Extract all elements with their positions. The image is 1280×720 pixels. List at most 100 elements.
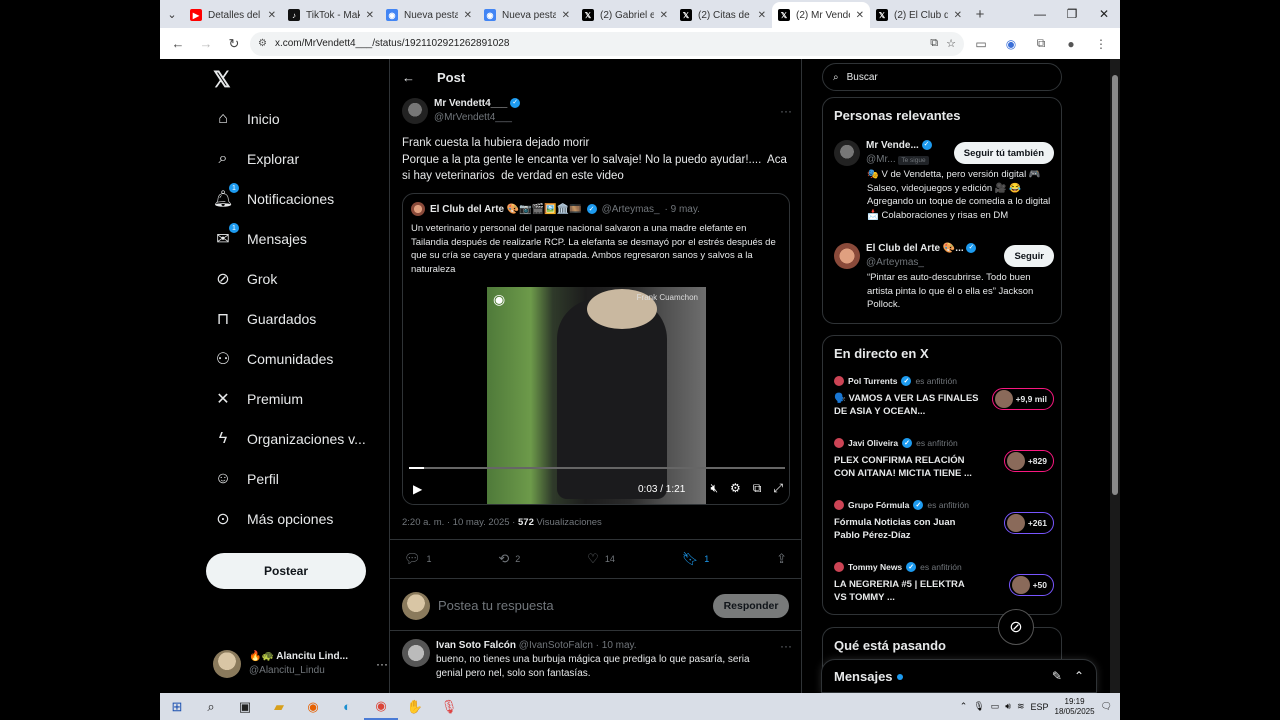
close-window-button[interactable]: ✕ xyxy=(1088,0,1120,28)
browser-tab[interactable]: 𝕏 (2) El Club de ✕ xyxy=(870,2,968,28)
search-input[interactable]: ⌕ Buscar xyxy=(822,63,1062,91)
messages-drawer[interactable]: Mensajes ✎ ⌃ xyxy=(821,659,1097,693)
nav-item-organizaciones-v[interactable]: ϟ Organizaciones v... xyxy=(213,419,366,459)
nav-item-grok[interactable]: ⊘ Grok xyxy=(213,259,277,299)
live-space-item[interactable]: Tommy News ✓ es anfitrión LA NEGRERIA #5 | … xyxy=(834,562,1054,612)
mute-icon[interactable]: 🔇︎ xyxy=(710,481,718,496)
live-space-item[interactable]: Pol Turrents ✓ es anfitrión 🗣️ VAMOS A VER … xyxy=(834,376,1054,426)
more-options-icon[interactable]: ··· xyxy=(780,639,792,681)
nav-item-perfil[interactable]: ☺ Perfil xyxy=(213,459,279,499)
page-scrollbar[interactable] xyxy=(1110,59,1120,693)
edge-icon[interactable]: ◐ xyxy=(330,693,364,720)
close-tab-icon[interactable]: ✕ xyxy=(268,10,276,21)
listeners-pill[interactable]: +50 xyxy=(1008,574,1054,596)
bookmark-action[interactable]: 🔖︎ 1 xyxy=(682,551,710,567)
maximize-button[interactable]: ❐ xyxy=(1056,0,1088,28)
listeners-pill[interactable]: +9,9 mil xyxy=(991,388,1054,410)
reply-item[interactable]: Ivan Soto Falcón @IvanSotoFalcn · 10 may… xyxy=(402,639,792,681)
close-tab-icon[interactable]: ✕ xyxy=(856,10,864,21)
more-options-icon[interactable]: ··· xyxy=(780,104,792,118)
video-player[interactable]: ◉ Frank Cuamchon ▶ 0:03 / 1:21 🔇︎ ⚙ ⧉ ⤢ xyxy=(403,287,789,504)
new-message-icon[interactable]: ✎ xyxy=(1052,669,1062,683)
browser-tab[interactable]: ▶ Detalles del v ✕ xyxy=(184,2,282,28)
close-tab-icon[interactable]: ✕ xyxy=(758,10,766,21)
network-icon[interactable]: ▭ xyxy=(991,701,1000,712)
listeners-pill[interactable]: +829 xyxy=(1003,450,1054,472)
close-tab-icon[interactable]: ✕ xyxy=(562,10,570,21)
nav-item-notificaciones[interactable]: 🔔︎ 1 Notificaciones xyxy=(213,179,334,219)
forward-button[interactable]: → xyxy=(194,32,218,56)
nav-item-mensajes[interactable]: ✉ 1 Mensajes xyxy=(213,219,307,259)
back-button[interactable]: ← xyxy=(166,32,190,56)
author-avatar[interactable] xyxy=(402,98,428,124)
play-icon[interactable]: ▶ xyxy=(413,482,422,496)
nav-item-comunidades[interactable]: ⚇ Comunidades xyxy=(213,339,334,379)
file-explorer-icon[interactable]: ▰ xyxy=(262,693,296,720)
nav-item-inicio[interactable]: ⌂ Inicio xyxy=(213,99,280,139)
chevron-up-icon[interactable]: ⌃ xyxy=(1074,669,1084,683)
wifi-icon[interactable]: ≋ xyxy=(1017,701,1025,712)
person-card[interactable]: El Club del Arte 🎨... ✓ @Arteymas_ Segui… xyxy=(834,241,1054,312)
close-tab-icon[interactable]: ✕ xyxy=(464,10,472,21)
profile-avatar-icon[interactable]: ● xyxy=(1058,32,1084,56)
reply-button[interactable]: Responder xyxy=(713,593,789,618)
extensions-puzzle-icon[interactable]: ⧉ xyxy=(1028,32,1054,56)
chrome-icon[interactable]: ◉ xyxy=(364,693,398,720)
site-info-icon[interactable]: ⚙ xyxy=(258,38,267,49)
browser-tab[interactable]: ◉ Nueva pestañ ✕ xyxy=(380,2,478,28)
nav-item-guardados[interactable]: ⊓ Guardados xyxy=(213,299,317,339)
browser-tab[interactable]: 𝕏 (2) Gabriel en ✕ xyxy=(576,2,674,28)
fullscreen-icon[interactable]: ⤢ xyxy=(773,481,783,496)
reload-button[interactable]: ↻ xyxy=(222,32,246,56)
listeners-pill[interactable]: +261 xyxy=(1003,512,1054,534)
account-switcher[interactable]: 🔥🐢 Alancitu Lind... @Alancitu_Lindu ··· xyxy=(213,646,388,682)
minimize-button[interactable]: — xyxy=(1024,0,1056,28)
close-tab-icon[interactable]: ✕ xyxy=(660,10,668,21)
browser-tab[interactable]: 𝕏 (2) Citas de e ✕ xyxy=(674,2,772,28)
clock[interactable]: 19:19 18/05/2025 xyxy=(1055,697,1095,717)
install-app-icon[interactable]: ⧉ xyxy=(930,37,938,50)
close-tab-icon[interactable]: ✕ xyxy=(954,10,962,21)
tab-search-button[interactable]: ⌄ xyxy=(160,0,184,28)
follow-back-button[interactable]: Seguir tú también xyxy=(953,142,1054,164)
task-view-icon[interactable]: ▣ xyxy=(228,693,262,720)
author-name[interactable]: Mr Vendett4___ xyxy=(434,98,507,109)
reply-action[interactable]: 💬︎ 1 xyxy=(404,551,432,567)
back-arrow-icon[interactable]: ← xyxy=(402,70,415,85)
follow-button[interactable]: Seguir xyxy=(1004,245,1054,267)
nav-item-premium[interactable]: ✕ Premium xyxy=(213,379,303,419)
sidebar-icon[interactable]: ▭ xyxy=(968,32,994,56)
browser-tab[interactable]: 𝕏 (2) Mr Vende ✕ xyxy=(772,2,870,28)
browser-tab[interactable]: ♪ TikTok - Mak ✕ xyxy=(282,2,380,28)
settings-gear-icon[interactable]: ⚙ xyxy=(730,481,741,496)
quoted-post[interactable]: El Club del Arte 🎨📷🎬🖼️🏛️🎞️ ✓ @Arteymas_ … xyxy=(402,193,790,505)
search-icon[interactable]: ⌕ xyxy=(194,693,228,720)
notifications-icon[interactable]: 🗨︎ xyxy=(1101,701,1112,712)
picture-in-picture-icon[interactable]: ⧉ xyxy=(753,481,762,496)
extension-shield-icon[interactable]: ◉ xyxy=(998,32,1024,56)
nav-item-explorar[interactable]: ⌕ Explorar xyxy=(213,139,300,179)
live-space-item[interactable]: Grupo Fórmula ✓ es anfitrión Fórmula Notici… xyxy=(834,500,1054,550)
share-action[interactable]: ⇪ xyxy=(776,551,787,567)
volume-icon[interactable]: 🔊︎ xyxy=(1005,701,1011,712)
x-logo-icon[interactable]: 𝕏 xyxy=(213,67,231,93)
grok-fab-button[interactable]: ⊘ xyxy=(998,609,1034,645)
like-action[interactable]: ♡ 14 xyxy=(587,551,615,567)
repost-action[interactable]: ⟲ 2 xyxy=(498,551,520,567)
chrome-menu-icon[interactable]: ⋮ xyxy=(1088,32,1114,56)
post-button[interactable]: Postear xyxy=(206,553,366,589)
tray-chevron-icon[interactable]: ⌃ xyxy=(960,701,968,712)
address-bar[interactable]: ⚙ x.com/MrVendett4___/status/19211029212… xyxy=(250,31,964,56)
nav-item-más-opciones[interactable]: ⊙ Más opciones xyxy=(213,499,333,539)
live-space-item[interactable]: Javi Oliveira ✓ es anfitrión PLEX CONFIRMA … xyxy=(834,438,1054,488)
video-progress-bar[interactable] xyxy=(409,467,785,469)
app-icon[interactable]: ✋ xyxy=(398,693,432,720)
bookmark-star-icon[interactable]: ☆ xyxy=(946,37,956,50)
author-handle[interactable]: @MrVendett4___ xyxy=(434,111,774,125)
reply-input[interactable]: Postea tu respuesta xyxy=(438,598,705,613)
firefox-icon[interactable]: ◉ xyxy=(296,693,330,720)
close-tab-icon[interactable]: ✕ xyxy=(366,10,374,21)
new-tab-button[interactable]: + xyxy=(968,6,992,23)
person-card[interactable]: Mr Vende... ✓ @Mr... Te sigue Seguir tú … xyxy=(834,138,1054,222)
microphone-icon[interactable]: 🎙︎ xyxy=(973,701,984,712)
